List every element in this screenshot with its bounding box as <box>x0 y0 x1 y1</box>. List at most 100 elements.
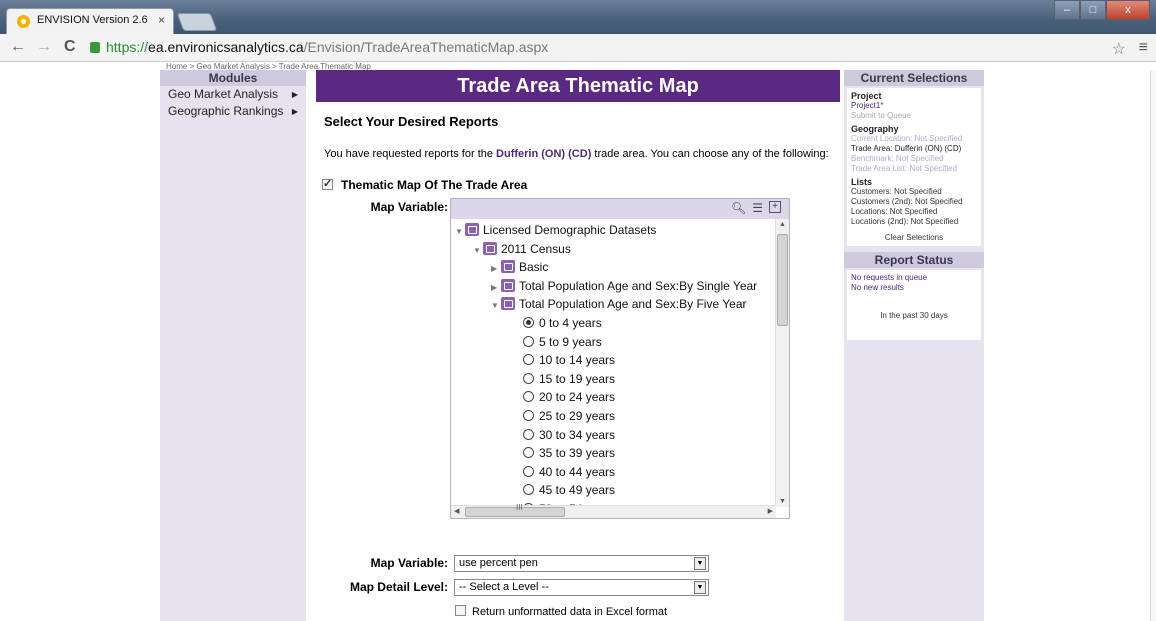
scroll-down-icon[interactable]: ▼ <box>779 498 786 505</box>
geography-row[interactable]: Benchmark: Not Specified <box>851 154 977 164</box>
geography-row[interactable]: Current Location: Not Specified <box>851 134 977 144</box>
map-detail-select[interactable]: -- Select a Level -- ▼ <box>454 579 709 596</box>
thematic-map-checkbox[interactable] <box>322 177 333 190</box>
page-scrollbar[interactable] <box>1150 70 1156 621</box>
geography-row[interactable]: Trade Area List: Not Specified <box>851 164 977 174</box>
geography-key: Benchmark: <box>851 154 894 163</box>
clear-selections-link[interactable]: Clear Selections <box>851 233 977 243</box>
tree-radio-option[interactable]: 20 to 24 years <box>523 388 615 406</box>
back-icon[interactable]: ← <box>10 38 26 56</box>
excel-option[interactable]: Return unformatted data in Excel format <box>455 605 667 618</box>
breadcrumb[interactable]: Home > Geo Market Analysis > Trade Area … <box>166 62 371 70</box>
main-content: Trade Area Thematic Map Select Your Desi… <box>316 70 840 621</box>
tree-node-label: 15 to 19 years <box>539 371 616 386</box>
tree-radio-option[interactable]: 35 to 39 years <box>523 444 615 462</box>
scroll-thumb[interactable] <box>777 234 788 326</box>
radio-button[interactable] <box>523 428 534 440</box>
radio-button[interactable] <box>523 391 534 403</box>
list-icon[interactable]: ☰ <box>752 201 763 215</box>
tree-radio-option[interactable]: 45 to 49 years <box>523 481 615 499</box>
radio-button[interactable] <box>523 447 534 459</box>
collapsed-triangle-icon[interactable]: ▶ <box>491 279 501 297</box>
geography-row[interactable]: Trade Area: Dufferin (ON) (CD) <box>851 144 977 154</box>
tree-folder-node[interactable]: ▼ 2011 Census <box>473 240 571 258</box>
module-geographic-rankings[interactable]: Geographic Rankings ▶ <box>160 103 306 120</box>
radio-button[interactable] <box>523 335 534 347</box>
expand-icon[interactable]: + <box>769 201 781 213</box>
radio-button[interactable] <box>523 465 534 477</box>
radio-button[interactable] <box>523 372 534 384</box>
tree-radio-option[interactable]: 40 to 44 years <box>523 463 615 481</box>
tree-node-label: 10 to 14 years <box>539 353 616 368</box>
tree-radio-option[interactable]: 0 to 4 years <box>523 314 602 332</box>
section-title: Select Your Desired Reports <box>324 114 499 129</box>
tree-node-label: 5 to 9 years <box>539 334 602 349</box>
submenu-arrow-icon: ▶ <box>291 90 298 99</box>
tree-node-label: Basic <box>519 260 549 275</box>
excel-checkbox[interactable] <box>455 605 466 616</box>
search-icon[interactable]: 🔍︎ <box>731 201 746 215</box>
hscroll-thumb[interactable] <box>465 507 565 517</box>
collapsed-triangle-icon[interactable]: ▶ <box>491 260 501 278</box>
submenu-arrow-icon: ▶ <box>291 107 298 116</box>
expanded-triangle-icon[interactable]: ▼ <box>473 242 483 260</box>
expanded-triangle-icon[interactable]: ▼ <box>455 223 465 241</box>
maximize-button[interactable]: □ <box>1080 0 1106 20</box>
right-sidebar: Current Selections Project Project1* Sub… <box>844 70 984 621</box>
forward-icon[interactable]: → <box>36 38 52 56</box>
tree-radio-option[interactable]: 5 to 9 years <box>523 333 602 351</box>
tree-radio-option[interactable]: 10 to 14 years <box>523 351 615 369</box>
tree-horizontal-scrollbar[interactable]: ◀ III ▶ <box>451 503 776 518</box>
window-controls: – □ x <box>1054 0 1150 20</box>
scroll-up-icon[interactable]: ▲ <box>779 221 786 228</box>
dataset-folder-icon <box>501 278 515 292</box>
list-row[interactable]: Locations: Not Specified <box>851 207 977 217</box>
dropdown-arrow-icon[interactable]: ▼ <box>694 581 706 594</box>
bookmark-star-icon[interactable]: ☆ <box>1112 39 1126 59</box>
tree-folder-node[interactable]: ▼ Total Population Age and Sex:By Five Ye… <box>491 295 747 313</box>
list-value: Not Specified <box>894 187 942 196</box>
expanded-triangle-icon[interactable]: ▼ <box>491 297 501 315</box>
list-row[interactable]: Locations (2nd): Not Specified <box>851 217 977 227</box>
list-row[interactable]: Customers (2nd): Not Specified <box>851 197 977 207</box>
tab-close-icon[interactable]: × <box>158 13 165 27</box>
tree-node-label: 35 to 39 years <box>539 446 616 461</box>
browser-menu-icon[interactable]: ≡ <box>1139 39 1148 57</box>
project-name[interactable]: Project1* <box>851 101 977 111</box>
module-label: Geographic Rankings <box>168 104 284 118</box>
map-variable-select[interactable]: use percent pen ▼ <box>454 555 709 572</box>
tree-folder-node[interactable]: ▼ Licensed Demographic Datasets <box>455 221 656 239</box>
tree-vertical-scrollbar[interactable]: ▲ ▼ <box>775 219 789 507</box>
tree-node-label: 40 to 44 years <box>539 464 616 479</box>
browser-tab[interactable]: ENVISION Version 2.6 × <box>6 8 174 34</box>
scroll-right-icon[interactable]: ▶ <box>768 507 773 515</box>
address-bar[interactable]: https://ea.environicsanalytics.ca/Envisi… <box>90 37 1100 58</box>
report-status-panel: No requests in queue No new results In t… <box>847 270 981 340</box>
tree-node-label: Total Population Age and Sex:By Single Y… <box>519 278 758 293</box>
radio-button[interactable] <box>523 410 534 421</box>
radio-button[interactable] <box>523 354 534 366</box>
tree-node-label: 45 to 49 years <box>539 483 616 498</box>
list-key: Locations (2nd): <box>851 217 909 226</box>
intro-after: trade area. You can choose any of the fo… <box>591 148 829 160</box>
module-geo-market-analysis[interactable]: Geo Market Analysis ▶ <box>160 86 306 103</box>
geography-list: Current Location: Not Specified Trade Are… <box>851 134 977 174</box>
radio-button[interactable] <box>523 317 534 328</box>
geography-value: Not Specified <box>895 154 944 163</box>
new-tab-button[interactable] <box>176 13 218 31</box>
close-window-button[interactable]: x <box>1106 0 1150 20</box>
tree-radio-option[interactable]: 30 to 34 years <box>523 426 615 444</box>
tree-folder-node[interactable]: ▶ Basic <box>491 258 548 276</box>
tree-radio-option[interactable]: 25 to 29 years <box>523 407 615 425</box>
list-row[interactable]: Customers: Not Specified <box>851 187 977 197</box>
dropdown-arrow-icon[interactable]: ▼ <box>694 557 706 570</box>
minimize-button[interactable]: – <box>1054 0 1080 20</box>
radio-button[interactable] <box>523 484 534 496</box>
reload-icon[interactable]: C <box>64 38 76 56</box>
tree-radio-option[interactable]: 15 to 19 years <box>523 370 615 388</box>
scroll-left-icon[interactable]: ◀ <box>454 507 459 515</box>
status-period: In the past 30 days <box>880 311 948 320</box>
thematic-map-option[interactable]: Thematic Map Of The Trade Area <box>322 177 527 192</box>
submit-to-queue-link[interactable]: Submit to Queue <box>851 111 977 121</box>
tree-folder-node[interactable]: ▶ Total Population Age and Sex:By Single … <box>491 277 757 295</box>
